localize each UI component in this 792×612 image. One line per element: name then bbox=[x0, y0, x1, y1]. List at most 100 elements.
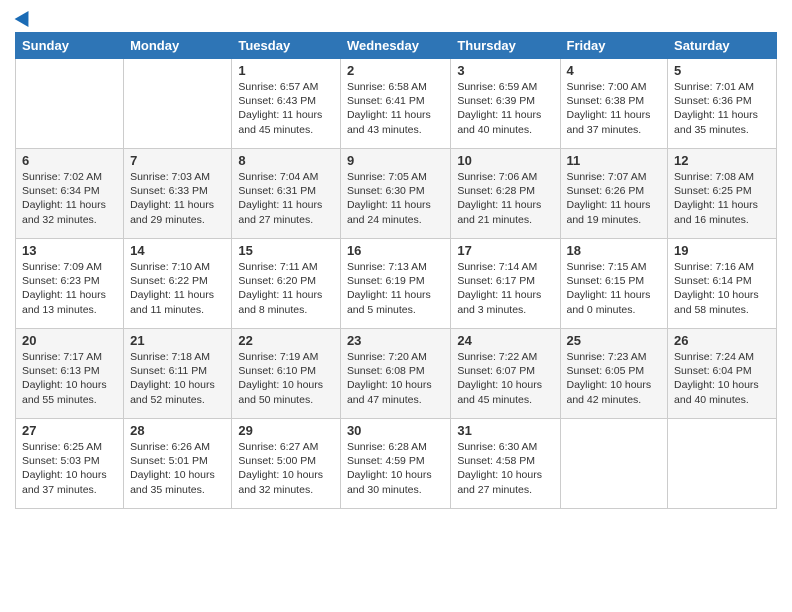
day-content: Sunrise: 7:08 AM Sunset: 6:25 PM Dayligh… bbox=[674, 170, 770, 227]
calendar-day-cell: 12 Sunrise: 7:08 AM Sunset: 6:25 PM Dayli… bbox=[668, 149, 777, 239]
day-number: 29 bbox=[238, 423, 334, 438]
calendar-day-cell: 30Sunrise: 6:28 AM Sunset: 4:59 PM Dayli… bbox=[340, 419, 450, 509]
calendar-day-header: Tuesday bbox=[232, 33, 341, 59]
day-content: Sunrise: 7:09 AM Sunset: 6:23 PM Dayligh… bbox=[22, 260, 117, 317]
day-content: Sunrise: 6:26 AM Sunset: 5:01 PM Dayligh… bbox=[130, 440, 225, 497]
calendar-day-cell: 15 Sunrise: 7:11 AM Sunset: 6:20 PM Dayli… bbox=[232, 239, 341, 329]
calendar-day-cell: 14 Sunrise: 7:10 AM Sunset: 6:22 PM Dayli… bbox=[124, 239, 232, 329]
calendar-day-cell: 18 Sunrise: 7:15 AM Sunset: 6:15 PM Dayli… bbox=[560, 239, 668, 329]
day-number: 25 bbox=[567, 333, 662, 348]
calendar-day-header: Saturday bbox=[668, 33, 777, 59]
day-number: 11 bbox=[567, 153, 662, 168]
day-number: 31 bbox=[457, 423, 553, 438]
day-number: 17 bbox=[457, 243, 553, 258]
day-content: Sunrise: 6:30 AM Sunset: 4:58 PM Dayligh… bbox=[457, 440, 553, 497]
calendar-day-cell: 16Sunrise: 7:13 AM Sunset: 6:19 PM Dayli… bbox=[340, 239, 450, 329]
day-content: Sunrise: 7:19 AM Sunset: 6:10 PM Dayligh… bbox=[238, 350, 334, 407]
day-number: 15 bbox=[238, 243, 334, 258]
calendar-day-cell: 17 Sunrise: 7:14 AM Sunset: 6:17 PM Dayli… bbox=[451, 239, 560, 329]
calendar-week-row: 1 Sunrise: 6:57 AM Sunset: 6:43 PM Daylig… bbox=[16, 59, 777, 149]
day-content: Sunrise: 7:04 AM Sunset: 6:31 PM Dayligh… bbox=[238, 170, 334, 227]
calendar-table: SundayMondayTuesdayWednesdayThursdayFrid… bbox=[15, 32, 777, 509]
logo bbox=[15, 10, 33, 24]
calendar-day-cell: 8 Sunrise: 7:04 AM Sunset: 6:31 PM Daylig… bbox=[232, 149, 341, 239]
day-number: 2 bbox=[347, 63, 444, 78]
day-content: Sunrise: 6:59 AM Sunset: 6:39 PM Dayligh… bbox=[457, 80, 553, 137]
day-number: 5 bbox=[674, 63, 770, 78]
day-number: 16 bbox=[347, 243, 444, 258]
day-content: Sunrise: 7:24 AM Sunset: 6:04 PM Dayligh… bbox=[674, 350, 770, 407]
day-content: Sunrise: 7:18 AM Sunset: 6:11 PM Dayligh… bbox=[130, 350, 225, 407]
day-number: 7 bbox=[130, 153, 225, 168]
calendar-day-cell: 28 Sunrise: 6:26 AM Sunset: 5:01 PM Dayli… bbox=[124, 419, 232, 509]
calendar-day-cell: 20 Sunrise: 7:17 AM Sunset: 6:13 PM Dayli… bbox=[16, 329, 124, 419]
day-number: 1 bbox=[238, 63, 334, 78]
calendar-day-header: Monday bbox=[124, 33, 232, 59]
day-number: 18 bbox=[567, 243, 662, 258]
calendar-day-header: Wednesday bbox=[340, 33, 450, 59]
calendar-day-cell: 2 Sunrise: 6:58 AM Sunset: 6:41 PM Daylig… bbox=[340, 59, 450, 149]
calendar-week-row: 27 Sunrise: 6:25 AM Sunset: 5:03 PM Dayli… bbox=[16, 419, 777, 509]
calendar-day-cell: 19Sunrise: 7:16 AM Sunset: 6:14 PM Dayli… bbox=[668, 239, 777, 329]
calendar-day-header: Sunday bbox=[16, 33, 124, 59]
calendar-day-cell: 7Sunrise: 7:03 AM Sunset: 6:33 PM Daylig… bbox=[124, 149, 232, 239]
day-number: 12 bbox=[674, 153, 770, 168]
calendar-day-cell: 22 Sunrise: 7:19 AM Sunset: 6:10 PM Dayli… bbox=[232, 329, 341, 419]
calendar-day-cell: 10 Sunrise: 7:06 AM Sunset: 6:28 PM Dayli… bbox=[451, 149, 560, 239]
day-content: Sunrise: 7:05 AM Sunset: 6:30 PM Dayligh… bbox=[347, 170, 444, 227]
calendar-week-row: 6 Sunrise: 7:02 AM Sunset: 6:34 PM Daylig… bbox=[16, 149, 777, 239]
day-number: 10 bbox=[457, 153, 553, 168]
day-content: Sunrise: 7:00 AM Sunset: 6:38 PM Dayligh… bbox=[567, 80, 662, 137]
calendar-day-cell: 26 Sunrise: 7:24 AM Sunset: 6:04 PM Dayli… bbox=[668, 329, 777, 419]
calendar-day-cell: 9 Sunrise: 7:05 AM Sunset: 6:30 PM Daylig… bbox=[340, 149, 450, 239]
day-content: Sunrise: 7:17 AM Sunset: 6:13 PM Dayligh… bbox=[22, 350, 117, 407]
day-content: Sunrise: 7:10 AM Sunset: 6:22 PM Dayligh… bbox=[130, 260, 225, 317]
calendar-day-cell bbox=[668, 419, 777, 509]
day-content: Sunrise: 6:27 AM Sunset: 5:00 PM Dayligh… bbox=[238, 440, 334, 497]
day-content: Sunrise: 6:57 AM Sunset: 6:43 PM Dayligh… bbox=[238, 80, 334, 137]
day-number: 30 bbox=[347, 423, 444, 438]
day-content: Sunrise: 6:25 AM Sunset: 5:03 PM Dayligh… bbox=[22, 440, 117, 497]
calendar-day-cell: 1 Sunrise: 6:57 AM Sunset: 6:43 PM Daylig… bbox=[232, 59, 341, 149]
day-number: 6 bbox=[22, 153, 117, 168]
calendar-day-cell: 23 Sunrise: 7:20 AM Sunset: 6:08 PM Dayli… bbox=[340, 329, 450, 419]
day-number: 9 bbox=[347, 153, 444, 168]
calendar-day-cell bbox=[124, 59, 232, 149]
day-number: 14 bbox=[130, 243, 225, 258]
day-content: Sunrise: 7:11 AM Sunset: 6:20 PM Dayligh… bbox=[238, 260, 334, 317]
day-number: 23 bbox=[347, 333, 444, 348]
calendar-week-row: 20 Sunrise: 7:17 AM Sunset: 6:13 PM Dayli… bbox=[16, 329, 777, 419]
day-content: Sunrise: 7:15 AM Sunset: 6:15 PM Dayligh… bbox=[567, 260, 662, 317]
calendar-day-cell bbox=[16, 59, 124, 149]
day-number: 20 bbox=[22, 333, 117, 348]
day-number: 19 bbox=[674, 243, 770, 258]
day-content: Sunrise: 7:06 AM Sunset: 6:28 PM Dayligh… bbox=[457, 170, 553, 227]
day-number: 22 bbox=[238, 333, 334, 348]
calendar-day-cell: 4 Sunrise: 7:00 AM Sunset: 6:38 PM Daylig… bbox=[560, 59, 668, 149]
day-number: 27 bbox=[22, 423, 117, 438]
day-content: Sunrise: 7:20 AM Sunset: 6:08 PM Dayligh… bbox=[347, 350, 444, 407]
day-number: 4 bbox=[567, 63, 662, 78]
calendar-week-row: 13 Sunrise: 7:09 AM Sunset: 6:23 PM Dayli… bbox=[16, 239, 777, 329]
day-content: Sunrise: 7:23 AM Sunset: 6:05 PM Dayligh… bbox=[567, 350, 662, 407]
day-content: Sunrise: 7:02 AM Sunset: 6:34 PM Dayligh… bbox=[22, 170, 117, 227]
day-number: 26 bbox=[674, 333, 770, 348]
day-content: Sunrise: 6:58 AM Sunset: 6:41 PM Dayligh… bbox=[347, 80, 444, 137]
calendar-day-cell: 31 Sunrise: 6:30 AM Sunset: 4:58 PM Dayli… bbox=[451, 419, 560, 509]
calendar-day-cell: 11 Sunrise: 7:07 AM Sunset: 6:26 PM Dayli… bbox=[560, 149, 668, 239]
calendar-day-cell: 21Sunrise: 7:18 AM Sunset: 6:11 PM Dayli… bbox=[124, 329, 232, 419]
day-number: 8 bbox=[238, 153, 334, 168]
calendar-day-cell: 13 Sunrise: 7:09 AM Sunset: 6:23 PM Dayli… bbox=[16, 239, 124, 329]
day-content: Sunrise: 7:01 AM Sunset: 6:36 PM Dayligh… bbox=[674, 80, 770, 137]
day-content: Sunrise: 7:07 AM Sunset: 6:26 PM Dayligh… bbox=[567, 170, 662, 227]
calendar-day-cell: 5 Sunrise: 7:01 AM Sunset: 6:36 PM Daylig… bbox=[668, 59, 777, 149]
calendar-day-header: Friday bbox=[560, 33, 668, 59]
day-number: 28 bbox=[130, 423, 225, 438]
day-content: Sunrise: 7:14 AM Sunset: 6:17 PM Dayligh… bbox=[457, 260, 553, 317]
calendar-day-cell: 6 Sunrise: 7:02 AM Sunset: 6:34 PM Daylig… bbox=[16, 149, 124, 239]
day-content: Sunrise: 7:22 AM Sunset: 6:07 PM Dayligh… bbox=[457, 350, 553, 407]
day-number: 24 bbox=[457, 333, 553, 348]
calendar-day-cell: 27 Sunrise: 6:25 AM Sunset: 5:03 PM Dayli… bbox=[16, 419, 124, 509]
calendar-day-cell: 3Sunrise: 6:59 AM Sunset: 6:39 PM Daylig… bbox=[451, 59, 560, 149]
day-number: 13 bbox=[22, 243, 117, 258]
